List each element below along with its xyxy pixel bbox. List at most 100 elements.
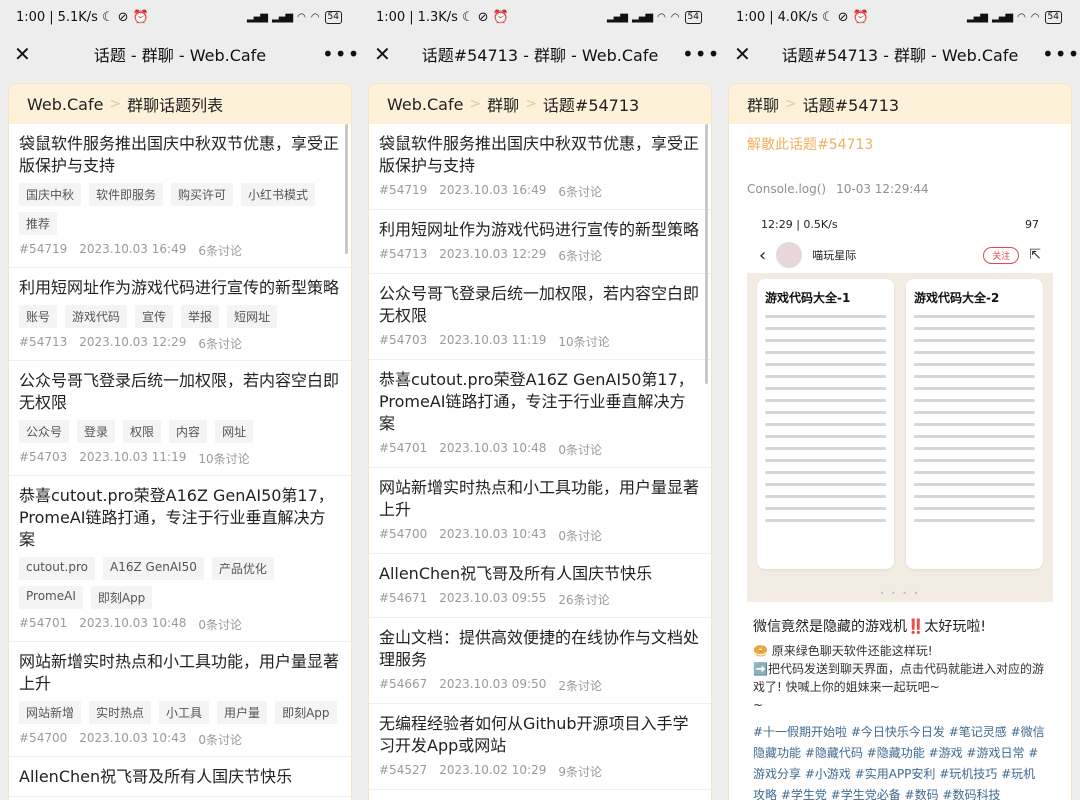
back-icon: ‹	[759, 244, 767, 266]
breadcrumb-home[interactable]: Web.Cafe	[387, 95, 463, 114]
breadcrumb: 群聊 > 话题#54713	[729, 84, 1071, 124]
topic-title[interactable]: 袋鼠软件服务推出国庆中秋双节优惠，享受正版保护与支持	[379, 133, 701, 177]
tag[interactable]: 软件即服务	[89, 183, 164, 206]
scrollbar[interactable]	[705, 124, 708, 384]
discussion-count: 0条讨论	[198, 618, 242, 632]
breadcrumb-home[interactable]: Web.Cafe	[27, 95, 103, 114]
topic-title[interactable]: 网站新增实时热点和小工具功能，用户量显著上升	[19, 651, 341, 695]
topic-item[interactable]: 利用短网址作为游戏代码进行宣传的新型策略 账号 游戏代码 宣传 举报 短网址 #54713 2…	[9, 268, 351, 361]
tag[interactable]: 网站新增	[19, 701, 82, 724]
close-icon[interactable]: ✕	[374, 42, 398, 66]
tag[interactable]: 权限	[123, 420, 162, 443]
discussion-count: 2条讨论	[558, 679, 602, 693]
tag[interactable]: 游戏代码	[65, 305, 128, 328]
tag[interactable]: 宣传	[135, 305, 174, 328]
network-speed: 4.0K/s	[777, 9, 818, 25]
topic-meta: #54701 2023.10.03 10:48 0条讨论	[19, 616, 341, 633]
tag[interactable]: 购买许可	[171, 183, 234, 206]
topic-item[interactable]: 高速监控直播文章流量主要来自主动搜索，1	[369, 790, 711, 800]
more-icon[interactable]: •••	[322, 42, 359, 66]
phone-screen-topic-list: 1:00 | 5.1K/s ☾ ⊘ ⏰ ▂▄▆ ▂▄▆ ◠ ◠ 54 ✕ 话题 …	[0, 0, 360, 800]
tag[interactable]: 实时热点	[89, 701, 152, 724]
topic-title[interactable]: 公众号哥飞登录后统一加权限，若内容空白即无权限	[19, 370, 341, 414]
post-author[interactable]: Console.log()	[747, 182, 826, 196]
topic-item[interactable]: 公众号哥飞登录后统一加权限，若内容空白即无权限 #54703 2023.10.03 …	[369, 274, 711, 360]
tag[interactable]: 产品优化	[211, 557, 274, 580]
dissolve-topic-link[interactable]: 解散此话题#54713	[729, 124, 1071, 164]
topic-item[interactable]: 袋鼠软件服务推出国庆中秋双节优惠，享受正版保护与支持 #54719 2023.10.…	[369, 124, 711, 210]
signal-icon: ▂▄▆	[632, 11, 653, 23]
tag[interactable]: 推荐	[19, 212, 58, 235]
topic-item[interactable]: 金山文档：提供高效便捷的在线协作与文档处理服务 #54667 2023.10.03 …	[369, 618, 711, 704]
tag[interactable]: 登录	[77, 420, 116, 443]
topic-title[interactable]: 网站新增实时热点和小工具功能，用户量显著上升	[379, 477, 701, 521]
close-icon[interactable]: ✕	[14, 42, 38, 66]
breadcrumb-current: 话题#54713	[802, 96, 900, 115]
topic-item[interactable]: 无编程经验者如何从Github开源项目入手学习开发App或网站 #54527 202…	[369, 704, 711, 790]
tag[interactable]: 内容	[169, 420, 208, 443]
topic-id: #54700	[19, 731, 68, 745]
close-icon[interactable]: ✕	[734, 42, 758, 66]
tag[interactable]: 举报	[181, 305, 220, 328]
hashtags[interactable]: #十一假期开始啦 #今日快乐今日发 #笔记灵感 #微信隐藏功能 #隐藏代码 #隐…	[729, 714, 1071, 800]
topic-item[interactable]: 恭喜cutout.pro荣登A16Z GenAI50第17，PromeAI链路打…	[9, 476, 351, 642]
tag[interactable]: 用户量	[217, 701, 268, 724]
discussion-count: 0条讨论	[558, 443, 602, 457]
post-body: 🥯 原来绿色聊天软件还能这样玩! ➡️把代码发送到聊天界面，点击代码就能进入对应…	[729, 642, 1071, 714]
tag[interactable]: PromeAI	[19, 586, 83, 609]
tag[interactable]: 小工具	[159, 701, 210, 724]
topic-meta: #54700 2023.10.03 10:43 0条讨论	[379, 527, 701, 544]
game-card-title: 游戏代码大全-1	[765, 291, 851, 305]
topic-item[interactable]: 袋鼠软件服务推出国庆中秋双节优惠，享受正版保护与支持国庆中秋 软件即服务 购买许可小…	[9, 124, 351, 268]
wifi-icon: ◠	[1030, 11, 1040, 23]
moon-icon: ☾	[461, 9, 474, 25]
embedded-screenshot[interactable]: 12:29 | 0.5K/s 97 ‹ 喵玩星际 关注 ⇱ 游戏代码大全-1 游…	[747, 212, 1053, 602]
topic-meta: #54713 2023.10.03 12:29 6条讨论	[379, 247, 701, 264]
topic-title[interactable]: 利用短网址作为游戏代码进行宣传的新型策略	[19, 277, 341, 299]
tag[interactable]: 即刻App	[90, 586, 153, 609]
topic-title[interactable]: 袋鼠软件服务推出国庆中秋双节优惠，享受正版保护与支持	[19, 133, 341, 177]
topic-id: #54719	[379, 183, 428, 197]
post-line: ➡️把代码发送到聊天界面，点击代码就能进入对应的游戏了! 快喊上你的姐妹来一起玩…	[753, 662, 1044, 694]
topic-item[interactable]: AllenChen祝飞哥及所有人国庆节快乐	[9, 757, 351, 797]
signal-icon: ▂▄▆	[606, 11, 628, 23]
mute-icon: ⊘	[477, 9, 489, 25]
topic-title[interactable]: 恭喜cutout.pro荣登A16Z GenAI50第17，PromeAI链路打…	[379, 369, 701, 435]
nav-bar: ✕ 话题#54713 - 群聊 - Web.Cafe •••	[360, 34, 720, 74]
tag-list: cutout.pro A16Z GenAI50 产品优化 PromeAI 即刻App	[19, 557, 341, 609]
topic-title[interactable]: 公众号哥飞登录后统一加权限，若内容空白即无权限	[379, 283, 701, 327]
tag-list: 账号 游戏代码 宣传 举报 短网址	[19, 305, 341, 328]
tag[interactable]: cutout.pro	[19, 557, 96, 580]
wifi-icon: ◠	[297, 11, 306, 23]
tag[interactable]: 即刻App	[275, 701, 337, 724]
topic-item[interactable]: 公众号哥飞登录后统一加权限，若内容空白即无权限 公众号 登录 权限 内容 网址 #54703…	[9, 361, 351, 476]
discussion-count: 10条讨论	[198, 452, 250, 466]
topic-item[interactable]: 利用短网址作为游戏代码进行宣传的新型策略 #54713 2023.10.03 12:…	[369, 210, 711, 274]
more-icon[interactable]: •••	[682, 42, 719, 66]
tag[interactable]: 账号	[19, 305, 58, 328]
topic-title[interactable]: AllenChen祝飞哥及所有人国庆节快乐	[19, 766, 341, 788]
scrollbar[interactable]	[345, 124, 348, 254]
topic-title[interactable]: AllenChen祝飞哥及所有人国庆节快乐	[379, 563, 701, 585]
topic-title[interactable]: 金山文档：提供高效便捷的在线协作与文档处理服务	[379, 627, 701, 671]
tag[interactable]: 公众号	[19, 420, 70, 443]
topic-item[interactable]: 恭喜cutout.pro荣登A16Z GenAI50第17，PromeAI链路打…	[369, 360, 711, 468]
signal-icon: ▂▄▆	[246, 11, 268, 23]
tag[interactable]: 小红书模式	[241, 183, 316, 206]
breadcrumb-group[interactable]: 群聊	[487, 92, 519, 116]
topic-title[interactable]: 恭喜cutout.pro荣登A16Z GenAI50第17，PromeAI链路打…	[19, 485, 341, 551]
content-card: 群聊 > 话题#54713 解散此话题#54713 Console.log() …	[729, 84, 1071, 800]
topic-item[interactable]: 网站新增实时热点和小工具功能，用户量显著上升网站新增 实时热点 小工具 用户量 即刻Ap…	[9, 642, 351, 757]
more-icon[interactable]: •••	[1042, 42, 1079, 66]
tag[interactable]: 短网址	[227, 305, 278, 328]
topic-item[interactable]: AllenChen祝飞哥及所有人国庆节快乐 #54671 2023.10.03 09…	[369, 554, 711, 618]
topic-item[interactable]: 网站新增实时热点和小工具功能，用户量显著上升 #54700 2023.10.03 1…	[369, 468, 711, 554]
topic-title[interactable]: 利用短网址作为游戏代码进行宣传的新型策略	[379, 219, 701, 241]
tag[interactable]: A16Z GenAI50	[103, 557, 204, 580]
discussion-count: 10条讨论	[558, 335, 610, 349]
topic-title[interactable]: 无编程经验者如何从Github开源项目入手学习开发App或网站	[379, 713, 701, 757]
tag[interactable]: 国庆中秋	[19, 183, 82, 206]
breadcrumb-group[interactable]: 群聊	[747, 92, 779, 116]
tag[interactable]: 网址	[215, 420, 254, 443]
moon-icon: ☾	[821, 9, 834, 25]
